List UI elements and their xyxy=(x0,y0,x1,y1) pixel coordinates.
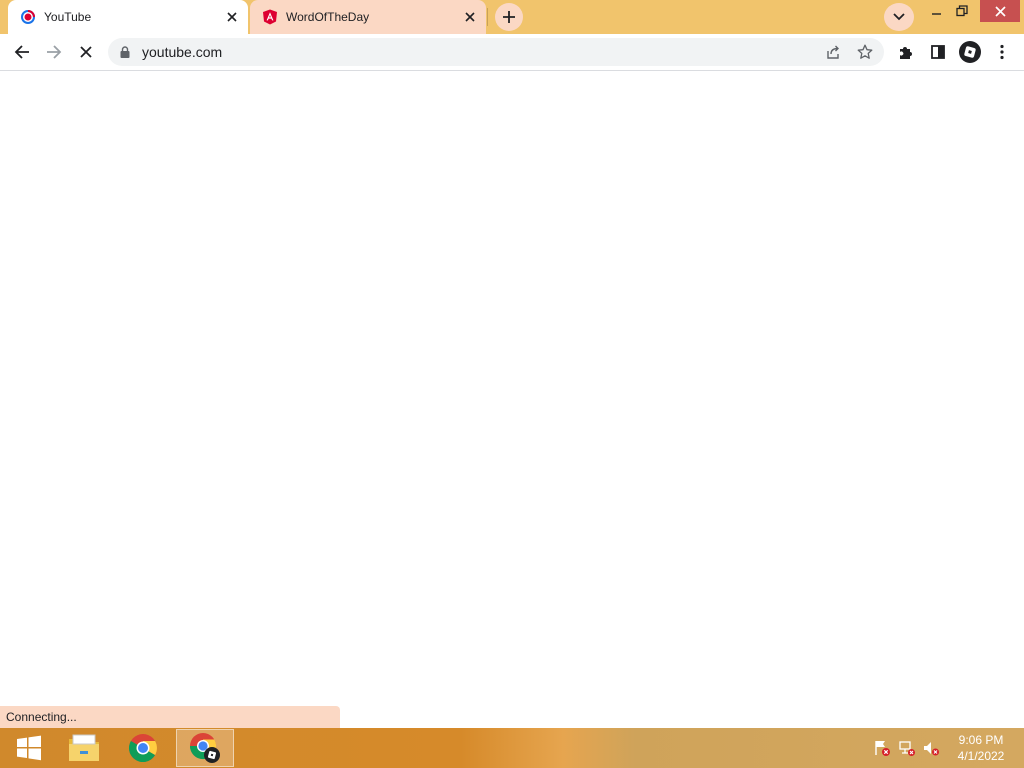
avatar-icon xyxy=(959,41,981,63)
arrow-right-icon xyxy=(47,45,62,59)
address-bar[interactable]: youtube.com xyxy=(108,38,884,66)
menu-button[interactable] xyxy=(988,38,1016,66)
close-window-button[interactable] xyxy=(980,0,1020,22)
taskbar: 9:06 PM 4/1/2022 xyxy=(0,728,1024,768)
new-tab-button[interactable] xyxy=(495,3,523,31)
side-panel-icon xyxy=(931,45,945,59)
volume-muted-icon[interactable] xyxy=(921,738,941,758)
chrome-icon xyxy=(128,734,157,763)
status-text: Connecting... xyxy=(6,710,77,724)
youtube-loading-icon xyxy=(20,9,36,25)
minimize-icon xyxy=(932,13,941,15)
puzzle-icon xyxy=(900,47,912,59)
tab-title: YouTube xyxy=(44,10,92,24)
status-bubble: Connecting... xyxy=(0,706,340,728)
windows-logo-icon xyxy=(17,735,41,761)
angular-icon xyxy=(262,9,278,25)
clock-time: 9:06 PM xyxy=(958,733,1004,747)
tab-youtube[interactable]: YouTube xyxy=(8,0,248,34)
extensions-button[interactable] xyxy=(892,38,920,66)
restore-button[interactable] xyxy=(945,0,979,22)
tab-search-button[interactable] xyxy=(884,3,914,31)
action-center-flag-icon[interactable] xyxy=(872,738,892,758)
star-icon xyxy=(857,44,873,59)
plus-icon xyxy=(503,11,515,23)
network-icon[interactable] xyxy=(897,738,917,758)
clock[interactable]: 9:06 PM 4/1/2022 xyxy=(946,732,1016,764)
tab-separator xyxy=(487,8,488,26)
lock-icon xyxy=(118,45,132,59)
folder-icon xyxy=(69,734,99,761)
page-content xyxy=(0,71,1024,728)
browser-toolbar: youtube.com xyxy=(0,34,1024,71)
file-explorer-button[interactable] xyxy=(55,729,113,767)
start-button[interactable] xyxy=(0,729,58,767)
close-icon xyxy=(994,5,1006,17)
side-panel-button[interactable] xyxy=(924,38,952,66)
tab-title: WordOfTheDay xyxy=(286,10,370,24)
profile-button[interactable] xyxy=(956,38,984,66)
chrome-profile-icon xyxy=(189,733,220,763)
chrome-profile-taskbar-button[interactable] xyxy=(176,729,234,767)
chrome-taskbar-button[interactable] xyxy=(114,729,172,767)
tab-strip: YouTube WordOfTheDay xyxy=(0,0,1024,34)
stop-loading-button[interactable] xyxy=(72,38,100,66)
back-button[interactable] xyxy=(8,38,36,66)
share-icon xyxy=(827,45,839,59)
kebab-menu-icon xyxy=(1000,44,1004,60)
arrow-left-icon xyxy=(14,45,29,59)
clock-date: 4/1/2022 xyxy=(957,749,1005,763)
forward-button[interactable] xyxy=(40,38,68,66)
share-button[interactable] xyxy=(820,39,846,65)
close-tab-icon[interactable] xyxy=(222,7,242,27)
restore-icon xyxy=(956,5,968,17)
close-tab-icon[interactable] xyxy=(460,7,480,27)
address-text[interactable]: youtube.com xyxy=(142,44,820,60)
chevron-down-icon xyxy=(893,13,905,21)
close-icon xyxy=(80,46,92,58)
bookmark-button[interactable] xyxy=(852,39,878,65)
tab-wordoftheday[interactable]: WordOfTheDay xyxy=(250,0,486,34)
